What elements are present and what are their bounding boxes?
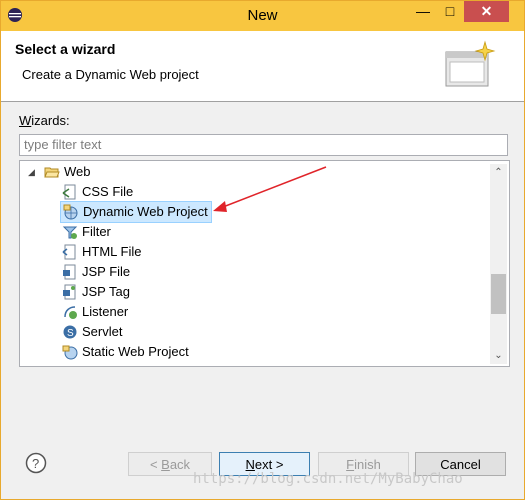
scroll-up-icon[interactable]: ⌃ — [490, 164, 507, 181]
servlet-icon: S — [63, 325, 77, 339]
tree-item-label: Filter — [82, 224, 111, 239]
tree-item-label: Listener — [82, 304, 129, 319]
help-icon[interactable]: ? — [25, 452, 47, 474]
tree-item-label: JSP Tag — [82, 284, 130, 299]
svg-text:?: ? — [32, 456, 39, 471]
expand-arrow-icon[interactable]: ◢ — [28, 162, 35, 182]
wizard-banner-icon — [445, 40, 496, 87]
maximize-button[interactable]: □ — [437, 1, 463, 22]
header-title: Select a wizard — [15, 41, 116, 57]
minimize-button[interactable]: — — [410, 1, 436, 22]
tree-item-label: HTML File — [82, 244, 142, 259]
tree-item-label: Static Web Project — [82, 344, 189, 359]
dynamic-web-project-icon — [63, 204, 78, 220]
title-bar[interactable]: New — □ ✕ — [1, 1, 524, 31]
new-wizard-window: New — □ ✕ Select a wizard Create a Dynam… — [0, 0, 525, 500]
header-description: Create a Dynamic Web project — [22, 67, 199, 82]
wizard-tree[interactable]: ◢ Web CSS File Dynamic Web Project Filte… — [19, 160, 510, 367]
svg-text:S: S — [67, 328, 74, 339]
css-file-icon — [62, 184, 76, 200]
jsp-tag-icon — [63, 284, 76, 300]
filter-icon — [62, 226, 78, 239]
tree-item-label: Servlet — [82, 324, 123, 339]
tree-folder-label: Web — [64, 164, 91, 179]
tree-item-label: Dynamic Web Project — [83, 204, 208, 219]
scrollbar-thumb[interactable] — [491, 274, 506, 314]
folder-open-icon — [44, 167, 60, 178]
jsp-file-icon — [63, 264, 76, 280]
wizard-header: Select a wizard Create a Dynamic Web pro… — [1, 31, 524, 102]
filter-field[interactable] — [19, 134, 508, 156]
static-web-project-icon — [62, 345, 78, 360]
tree-scrollbar[interactable]: ⌃ ⌄ — [490, 164, 507, 364]
watermark: https://blog.csdn.net/MyBabyChao — [193, 471, 463, 487]
html-file-icon — [62, 244, 76, 260]
listener-icon — [64, 306, 77, 319]
tree-item-dynamic-web-project[interactable]: Dynamic Web Project — [60, 201, 212, 223]
tree-item-label: JSP File — [82, 264, 131, 279]
wizards-label: Wizards: — [19, 113, 70, 128]
filter-input[interactable] — [20, 135, 508, 153]
tree-item-label: CSS File — [82, 184, 134, 199]
close-button[interactable]: ✕ — [464, 1, 509, 22]
scroll-down-icon[interactable]: ⌄ — [490, 347, 507, 364]
